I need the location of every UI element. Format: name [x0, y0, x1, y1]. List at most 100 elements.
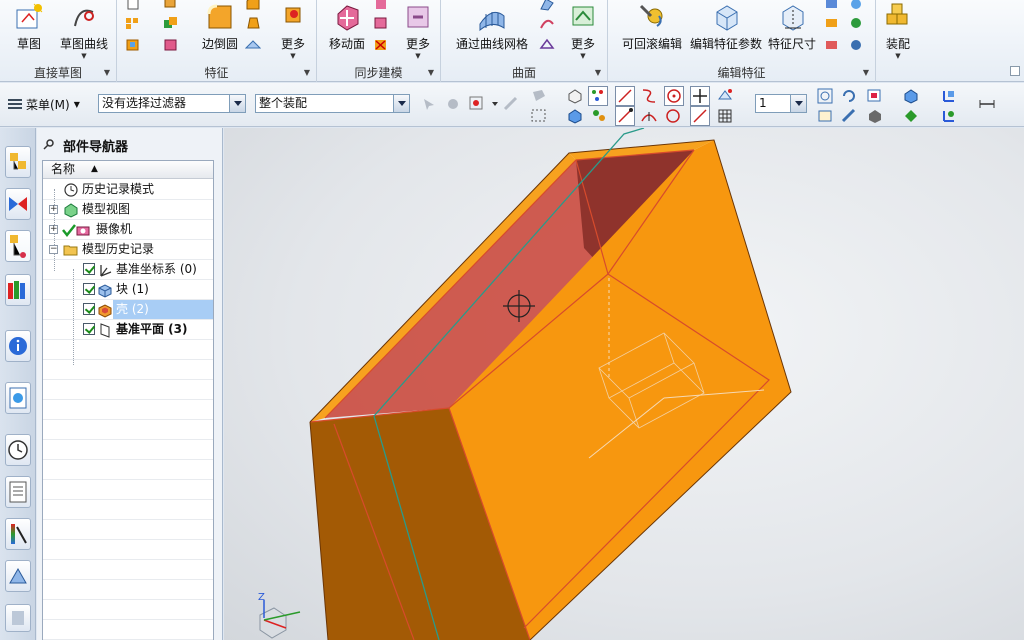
menu-button[interactable]: 菜单(M) ▼	[8, 95, 80, 113]
info-tab[interactable]	[5, 330, 31, 362]
draft-icon[interactable]	[245, 16, 261, 30]
move-face-button[interactable]: 移动面	[325, 0, 369, 60]
zoom-window-icon[interactable]	[816, 107, 834, 125]
edge-blend-button[interactable]: 边倒圆	[195, 0, 245, 60]
rollback-edit-button[interactable]: 可回滚编辑	[614, 0, 690, 60]
csys-dynamic-icon[interactable]	[940, 107, 958, 125]
selection-filter-dropdown[interactable]: 没有选择过滤器	[98, 94, 246, 113]
tree-row-model-views[interactable]: + 模型视图	[43, 200, 213, 220]
group-sync-expand-icon[interactable]: ▼	[428, 68, 434, 77]
replace-feature-icon[interactable]	[824, 38, 840, 52]
history-tab[interactable]	[5, 434, 31, 466]
quadrant-snap-icon[interactable]	[664, 107, 682, 125]
more-feature-dropdown-icon[interactable]: ▼	[290, 52, 295, 60]
arc-center-snap-icon[interactable]	[664, 86, 684, 106]
chamfer-icon[interactable]	[245, 0, 261, 11]
expand-icon[interactable]: +	[49, 225, 58, 234]
swept-icon[interactable]	[539, 16, 555, 30]
visualization-tab[interactable]	[5, 518, 31, 550]
rotate-view-icon[interactable]	[840, 87, 858, 105]
line-snap-icon[interactable]	[615, 86, 635, 106]
offset-region-icon[interactable]	[373, 16, 389, 30]
process-studio-tab[interactable]	[5, 560, 31, 592]
graphics-window[interactable]: Z	[224, 128, 1024, 640]
point-constructor-icon[interactable]	[716, 87, 734, 105]
deselect-icon[interactable]	[502, 95, 520, 113]
pan-icon[interactable]	[840, 107, 858, 125]
through-curve-mesh-button[interactable]: 通过曲线网格	[449, 0, 535, 60]
pin-icon[interactable]	[43, 138, 55, 154]
selection-filter-arrow-icon[interactable]	[229, 95, 245, 112]
shell-small-icon[interactable]	[125, 38, 141, 52]
mid-point-snap-icon[interactable]	[640, 107, 658, 125]
rectangle-select-icon[interactable]	[530, 107, 548, 125]
collapse-icon[interactable]: −	[49, 245, 58, 254]
section-view-icon[interactable]	[866, 107, 884, 125]
feature-selection-icon[interactable]	[444, 95, 462, 113]
model-viewport[interactable]: Z	[224, 128, 1024, 640]
group-surface-expand-icon[interactable]: ▼	[595, 68, 601, 77]
fit-view-icon[interactable]	[816, 87, 834, 105]
move-feature-icon[interactable]	[848, 0, 864, 11]
work-layer-arrow-icon[interactable]	[790, 95, 806, 112]
quick-pick-icon[interactable]	[530, 87, 548, 105]
group-feature-expand-icon[interactable]: ▼	[304, 68, 310, 77]
visibility-checkbox[interactable]	[83, 263, 95, 275]
snap-point-icon[interactable]	[468, 95, 486, 113]
constraint-navigator-tab[interactable]	[5, 188, 31, 220]
pull-face-icon[interactable]	[373, 0, 389, 11]
assembly-navigator-tab[interactable]	[5, 146, 31, 178]
intersection-snap-icon[interactable]	[690, 86, 710, 106]
tree-row-datum-plane[interactable]: 基准平面 (3)	[43, 320, 213, 340]
more-surface-button[interactable]: 更多 ▼	[563, 0, 603, 60]
sheet-icon[interactable]	[125, 0, 141, 11]
select-down-arrow-icon[interactable]	[486, 95, 498, 113]
remove-params-icon[interactable]	[848, 38, 864, 52]
body-icon[interactable]	[566, 87, 584, 105]
assembly-dropdown-icon[interactable]: ▼	[895, 52, 900, 60]
visibility-checkbox[interactable]	[83, 303, 95, 315]
visibility-checkbox[interactable]	[83, 323, 95, 335]
wcs-icon[interactable]	[940, 87, 958, 105]
measure-distance-icon[interactable]	[978, 95, 996, 113]
tree-row-datum-csys[interactable]: 基准坐标系 (0)	[43, 260, 213, 280]
curve-snap-icon[interactable]	[640, 87, 658, 105]
system-materials-tab[interactable]	[5, 476, 31, 508]
unite-icon[interactable]	[163, 16, 179, 30]
tree-row-cameras[interactable]: + 摄像机	[43, 220, 213, 240]
delete-face-icon[interactable]	[373, 38, 389, 52]
grid-snap-icon[interactable]	[716, 107, 734, 125]
tree-row-history-mode[interactable]: 历史记录模式	[43, 180, 213, 200]
more-sync-button[interactable]: 更多 ▼	[399, 0, 437, 60]
suppress-feature-icon[interactable]	[824, 16, 840, 30]
solid-body-icon[interactable]	[566, 107, 584, 125]
work-layer-dropdown[interactable]: 1	[755, 94, 807, 113]
trim-sheet-icon[interactable]	[539, 38, 555, 52]
sketch-button[interactable]: 草图	[8, 0, 50, 60]
tree-row-model-history[interactable]: − 模型历史记录	[43, 240, 213, 260]
general-selection-icon[interactable]	[420, 95, 438, 113]
reuse-library-tab[interactable]	[5, 274, 31, 306]
sketch-curve-dropdown-icon[interactable]: ▼	[81, 52, 86, 60]
expand-icon[interactable]: +	[49, 205, 58, 214]
trim-body-icon[interactable]	[244, 38, 262, 52]
selection-scope-arrow-icon[interactable]	[393, 95, 409, 112]
end-point-snap-icon[interactable]	[615, 106, 635, 126]
edge-display-icon[interactable]	[902, 107, 920, 125]
more-sync-dropdown-icon[interactable]: ▼	[415, 52, 420, 60]
face-rule-icon[interactable]	[588, 86, 608, 106]
visibility-checkbox[interactable]	[83, 283, 95, 295]
more-surface-dropdown-icon[interactable]: ▼	[580, 52, 585, 60]
selection-scope-dropdown[interactable]: 整个装配	[255, 94, 410, 113]
orient-view-icon[interactable]	[866, 87, 884, 105]
group-edit-feature-expand-icon[interactable]: ▼	[863, 68, 869, 77]
more-feature-button[interactable]: 更多 ▼	[273, 0, 313, 60]
edit-feature-params-button[interactable]: 编辑特征参数	[686, 0, 766, 60]
roles-tab[interactable]	[5, 604, 31, 632]
part-navigator-tab[interactable]	[5, 230, 31, 262]
resume-feature-icon[interactable]	[848, 16, 864, 30]
web-browser-tab[interactable]	[5, 382, 31, 414]
assembly-button[interactable]: 装配 ▼	[880, 0, 916, 60]
feature-dimension-button[interactable]: 特征尺寸	[766, 0, 818, 60]
reorder-feature-icon[interactable]	[824, 0, 840, 11]
